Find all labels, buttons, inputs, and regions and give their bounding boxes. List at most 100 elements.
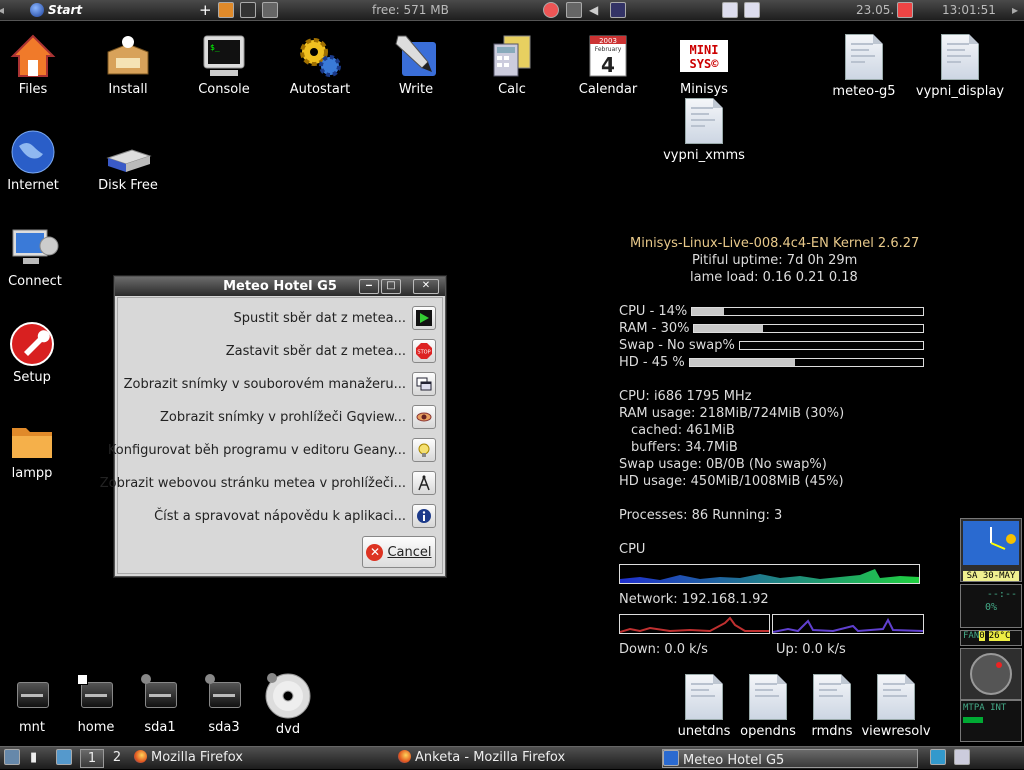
desktop-icon-connect[interactable]: Connect [0, 224, 83, 289]
panel-left-arrow-icon[interactable]: ◂ [0, 2, 4, 18]
workspace-1-button[interactable]: 1 [80, 749, 104, 768]
taskbar-item-firefox[interactable]: Mozilla Firefox [134, 749, 384, 766]
folder-launcher-icon[interactable] [218, 2, 234, 18]
date-display[interactable]: 23.05. [856, 2, 894, 18]
taskbar-item-anketa[interactable]: Anketa - Mozilla Firefox [398, 749, 648, 766]
desktop-icon-autostart[interactable]: Autostart [272, 32, 368, 97]
clock-display[interactable]: 13:01:51 [942, 2, 996, 18]
menu-row-label: Zobrazit snímky v souborovém manažeru... [123, 376, 406, 392]
speaker-icon[interactable]: ◀ [589, 2, 598, 18]
hard-drive-icon [141, 674, 177, 708]
drive-icon-dvd[interactable]: dvd [240, 672, 336, 737]
panel-right-arrow-icon[interactable]: ▸ [1012, 2, 1018, 18]
help-button[interactable] [412, 504, 436, 528]
show-desktop-icon[interactable] [4, 749, 20, 766]
dock-percent: 0% [984, 602, 998, 613]
add-icon[interactable]: + [199, 2, 212, 18]
desktop-icon-viewresolv[interactable]: viewresolv [848, 672, 944, 739]
cancel-label: Cancel [387, 544, 432, 560]
file-manager-button[interactable] [412, 372, 436, 396]
menu-row-geany[interactable]: Konfigurovat běh programu v editoru Gean… [108, 437, 436, 463]
menu-row-web[interactable]: Zobrazit webovou stránku metea v prohlíž… [100, 470, 436, 496]
stop-sign-icon: STOP [416, 343, 432, 359]
drive-label: dvd [275, 722, 301, 737]
desktop-icon-label: Internet [7, 178, 59, 193]
desktop-icon-console[interactable]: $_ Console [176, 32, 272, 97]
desktop-icon-calc[interactable]: Calc [464, 32, 560, 97]
svg-text:February: February [595, 46, 622, 53]
script-document-icon [936, 34, 984, 82]
top-panel: ◂ Start + free: 571 MB ◀ 23.05. 13:01:51… [0, 0, 1024, 21]
unmounted-dot-icon [141, 674, 151, 684]
grid-icon[interactable] [744, 2, 760, 18]
gqview-button[interactable] [412, 405, 436, 429]
desktop-icon-calendar[interactable]: 2003 February 4 Calendar [560, 32, 656, 97]
tray-app-icon[interactable] [930, 749, 948, 766]
menu-row-stop[interactable]: Zastavit sběr dat z metea... STOP [226, 338, 436, 364]
separator-handle-icon[interactable]: ▮ [30, 749, 42, 766]
download-graph [619, 614, 770, 634]
desktop-icon-write[interactable]: Write [368, 32, 464, 97]
geany-button[interactable] [412, 438, 436, 462]
desktop-icon-lampp[interactable]: lampp [0, 416, 80, 481]
desktop-icon-vypni-display[interactable]: vypni_display [912, 32, 1008, 99]
close-button[interactable]: ✕ [413, 279, 439, 294]
cpu-graph [619, 564, 920, 584]
fan-label: FAN [963, 631, 980, 641]
dock-volume-app[interactable] [960, 648, 1022, 700]
tray-settings-icon[interactable] [954, 749, 972, 766]
desktop-icon-setup[interactable]: Setup [0, 320, 80, 385]
firefox-icon [398, 750, 411, 763]
dock-clock-app[interactable]: SA 30-MAY [960, 518, 1022, 582]
antenna-icon [418, 475, 430, 491]
desktop-icon-internet[interactable]: Internet [0, 128, 81, 193]
desktop-icon-label: Install [108, 82, 148, 97]
desktop-icon-label: lampp [11, 466, 53, 481]
window-titlebar[interactable]: Meteo Hotel G5 ‒ □ ✕ [115, 277, 445, 296]
desktop-icon-disk-free[interactable]: Disk Free [80, 144, 176, 193]
script-document-icon [872, 674, 920, 722]
desktop-icon-label: Minisys [680, 82, 728, 97]
web-button[interactable] [412, 471, 436, 495]
svg-text:SYS©: SYS© [690, 57, 720, 71]
disk-drive-icon [104, 144, 152, 176]
window-list-icon[interactable] [56, 749, 72, 766]
lifebuoy-icon[interactable] [543, 2, 559, 18]
calculator-icon [488, 32, 536, 80]
cancel-button[interactable]: ✕ Cancel [362, 536, 436, 568]
stop-button[interactable]: STOP [412, 339, 436, 363]
taskbar-item-meteo[interactable]: Meteo Hotel G5 [662, 749, 918, 768]
minisys-logo-icon: MINI SYS© [680, 32, 728, 80]
workspace-pager-icon[interactable] [722, 2, 738, 18]
desktop-icon-label: Disk Free [98, 178, 158, 193]
cancel-icon: ✕ [366, 543, 384, 561]
menu-row-help[interactable]: Číst a spravovat nápovědu k aplikaci... [154, 503, 436, 529]
desktop-icon-meteo-g5[interactable]: meteo-g5 [816, 32, 912, 99]
start-button[interactable]: Start [30, 2, 82, 18]
desktop-icon-files[interactable]: Files [0, 32, 81, 97]
play-button[interactable] [412, 306, 436, 330]
house-icon [9, 32, 57, 80]
meteo-window: Meteo Hotel G5 ‒ □ ✕ Spustit sběr dat z … [100, 276, 446, 577]
menu-row-start[interactable]: Spustit sběr dat z metea... [234, 305, 436, 331]
desktop-icon-minisys[interactable]: MINI SYS© Minisys [656, 32, 752, 97]
desktop-icon-install[interactable]: Install [80, 32, 176, 97]
svg-text:$_: $_ [210, 43, 220, 52]
window-launcher-icon[interactable] [262, 2, 278, 18]
maximize-button[interactable]: □ [381, 279, 401, 294]
clipboard-icon[interactable] [610, 2, 626, 18]
calendar-tray-icon[interactable] [897, 2, 913, 18]
menu-row-gqview[interactable]: Zobrazit snímky v prohlížeči Gqview... [160, 404, 436, 430]
info-icon [417, 509, 431, 523]
workspace-2-button[interactable]: 2 [110, 749, 124, 766]
desktop-icon-vypni-xmms[interactable]: vypni_xmms [656, 96, 752, 163]
monitor-icon: $_ [200, 32, 248, 80]
hard-drive-icon [15, 676, 49, 708]
menu-row-label: Zobrazit webovou stránku metea v prohlíž… [99, 475, 406, 491]
minimize-button[interactable]: ‒ [359, 279, 379, 294]
swap-label: Swap - No swap% [619, 338, 735, 353]
menu-row-file-manager[interactable]: Zobrazit snímky v souborovém manažeru... [124, 371, 436, 397]
net-level-bar [963, 717, 983, 723]
network-icon[interactable] [566, 2, 582, 18]
terminal-launcher-icon[interactable] [240, 2, 256, 18]
